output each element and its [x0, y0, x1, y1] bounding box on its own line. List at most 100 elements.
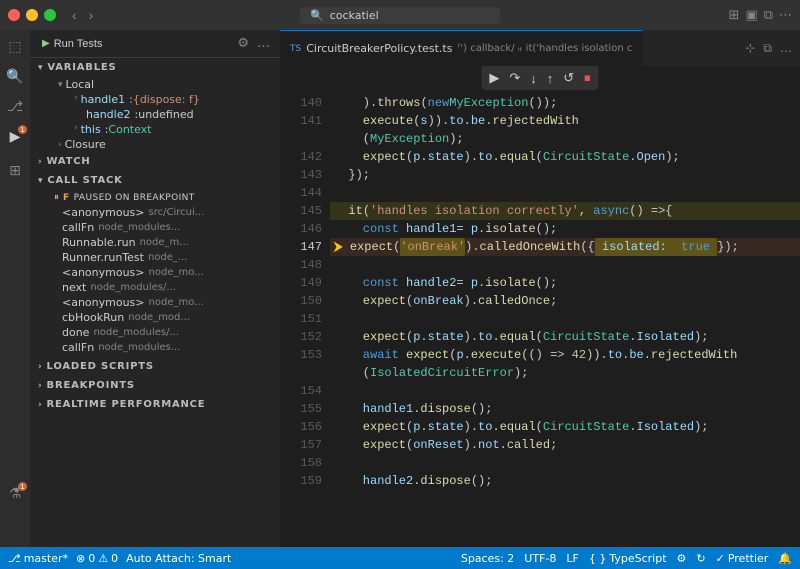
status-right: Spaces: 2 UTF-8 LF { } TypeScript ⚙ ↻ ✓ …: [461, 552, 792, 565]
stop-button[interactable]: ⏹: [582, 68, 593, 88]
search-icon[interactable]: 🔍: [2, 64, 28, 90]
search-text: cockatiel: [330, 9, 379, 22]
title-bar-icons: ⊞ ▣ ⧉ ⋯: [729, 8, 793, 23]
var-handle2-name: handle2: [86, 108, 131, 121]
extensions-icon[interactable]: ⊞: [2, 158, 28, 184]
code-line-cont2: (IsolatedCircuitError);: [330, 364, 800, 382]
realtime-label: REALTIME PERFORMANCE: [47, 399, 206, 410]
code-line-147: ⮞ expect('onBreak').calledOnceWith({ iso…: [330, 238, 800, 256]
closure-chevron: ›: [58, 140, 62, 150]
line-num-152: 152: [280, 328, 322, 346]
run-tests-button[interactable]: ▶ Run Tests: [38, 36, 106, 52]
spaces-item[interactable]: Spaces: 2: [461, 552, 514, 565]
bell-item[interactable]: 🔔: [778, 552, 792, 565]
layout2-icon[interactable]: ▣: [745, 8, 757, 23]
continue-button[interactable]: ▶: [487, 68, 501, 88]
line-num-cont1: [280, 130, 322, 148]
call-stack-chevron: ▾: [38, 176, 43, 186]
debug-icon[interactable]: ▶ 1: [2, 124, 28, 150]
settings-icon[interactable]: ⚙: [235, 34, 251, 53]
line-numbers: 140 141 142 143 144 145 146 147 148 149 …: [280, 66, 330, 547]
call-stack-item-4[interactable]: <anonymous> node_mo...: [30, 265, 280, 280]
encoding-label: UTF-8: [524, 552, 556, 565]
line-num-155: 155: [280, 400, 322, 418]
maximize-button[interactable]: [44, 9, 56, 21]
back-button[interactable]: ‹: [68, 5, 81, 25]
loaded-scripts-chevron: ›: [38, 362, 43, 372]
variables-section-header[interactable]: ▾ VARIABLES: [30, 58, 280, 77]
call-stack-item-2[interactable]: Runnable.run node_m...: [30, 235, 280, 250]
search-icon: 🔍: [310, 9, 324, 22]
tab-filename: CircuitBreakerPolicy.test.ts: [306, 42, 452, 55]
code-line-148: [330, 256, 800, 274]
split-icon[interactable]: ⧉: [764, 8, 773, 23]
branch-name: master*: [24, 552, 68, 565]
call-stack-item-9[interactable]: callFn node_modules...: [30, 340, 280, 355]
line-num-150: 150: [280, 292, 322, 310]
more-icon[interactable]: …: [255, 34, 272, 53]
var-handle2[interactable]: handle2 : undefined: [30, 107, 280, 122]
more-actions-icon[interactable]: …: [778, 39, 794, 57]
close-button[interactable]: [8, 9, 20, 21]
closure-group[interactable]: › Closure: [30, 137, 280, 152]
errors-item[interactable]: ⊗ 0 ⚠ 0: [76, 552, 118, 565]
step-into-button[interactable]: ↓: [528, 69, 539, 88]
debug-controls: ▶ ↷ ↓ ↑ ↺ ⏹: [481, 66, 598, 90]
pin-icon[interactable]: ⊹: [743, 39, 757, 57]
call-stack-item-7[interactable]: cbHookRun node_mod...: [30, 310, 280, 325]
step-over-button[interactable]: ↷: [507, 68, 522, 88]
code-line-155: handle1.dispose();: [330, 400, 800, 418]
local-label: Local: [66, 78, 95, 91]
eol-item[interactable]: LF: [566, 552, 578, 565]
encoding-item[interactable]: UTF-8: [524, 552, 556, 565]
line-num-142: 142: [280, 148, 322, 166]
call-stack-item-6[interactable]: <anonymous> node_mo...: [30, 295, 280, 310]
local-group[interactable]: ▾ Local: [30, 77, 280, 92]
sync-item[interactable]: ↻: [696, 552, 705, 565]
code-line-144: [330, 184, 800, 202]
closure-label: Closure: [65, 138, 106, 151]
layout-icon[interactable]: ⊞: [729, 8, 740, 23]
prettier-label-item[interactable]: ✓ Prettier: [716, 552, 769, 565]
branch-item[interactable]: ⎇ master*: [8, 552, 68, 565]
tab-lang: TS: [290, 44, 301, 54]
breakpoints-header[interactable]: › BREAKPOINTS: [30, 376, 280, 395]
loaded-scripts-header[interactable]: › LOADED SCRIPTS: [30, 357, 280, 376]
call-stack-item-0[interactable]: <anonymous> src/Circui...: [30, 205, 280, 220]
dots-icon[interactable]: ⋯: [779, 8, 792, 23]
minimize-button[interactable]: [26, 9, 38, 21]
sync-icon: ↻: [696, 552, 705, 565]
source-control-icon[interactable]: ⎇: [2, 94, 28, 120]
prettier-item[interactable]: ⚙: [677, 552, 687, 565]
editor-tab[interactable]: TS CircuitBreakerPolicy.test.ts ᶠ') call…: [280, 30, 643, 66]
split-editor-icon[interactable]: ⧉: [761, 39, 774, 58]
call-stack-item-1[interactable]: callFn node_modules...: [30, 220, 280, 235]
var-handle1[interactable]: › handle1 : {dispose: f}: [30, 92, 280, 107]
tab-path: ᶠ') callback/ ᵢₜ it('handles isolation c: [457, 43, 632, 54]
step-out-button[interactable]: ↑: [545, 69, 556, 88]
restart-button[interactable]: ↺: [561, 68, 576, 88]
call-stack-item-5[interactable]: next node_modules/...: [30, 280, 280, 295]
prettier-icon: ⚙: [677, 552, 687, 565]
attach-item[interactable]: Auto Attach: Smart: [126, 552, 231, 565]
language-item[interactable]: { } TypeScript: [589, 552, 667, 565]
testing-icon[interactable]: ⚗ 1: [2, 481, 28, 507]
search-bar[interactable]: 🔍 cockatiel: [300, 7, 500, 24]
code-line-159: handle2.dispose();: [330, 472, 800, 490]
forward-button[interactable]: ›: [85, 5, 98, 25]
code-editor[interactable]: ▶ ↷ ↓ ↑ ↺ ⏹ 140 141 142 143 144 145 146 …: [280, 66, 800, 547]
explorer-icon[interactable]: ⬚: [2, 34, 28, 60]
line-num-143: 143: [280, 166, 322, 184]
title-bar: ‹ › 🔍 cockatiel ⊞ ▣ ⧉ ⋯: [0, 0, 800, 30]
watch-section-header[interactable]: › Watch: [30, 152, 280, 171]
realtime-header[interactable]: › REALTIME PERFORMANCE: [30, 395, 280, 414]
code-line-142: expect(p.state).to.equal(CircuitState.Op…: [330, 148, 800, 166]
call-stack-section-header[interactable]: ▾ CALL STACK: [30, 171, 280, 190]
branch-icon: ⎇: [8, 552, 21, 565]
call-stack-item-8[interactable]: done node_modules/...: [30, 325, 280, 340]
line-num-148: 148: [280, 256, 322, 274]
code-line-156: expect(p.state).to.equal(CircuitState.Is…: [330, 418, 800, 436]
warning-icon: ⚠: [98, 552, 108, 565]
var-this[interactable]: › this : Context: [30, 122, 280, 137]
call-stack-item-3[interactable]: Runner.runTest node_...: [30, 250, 280, 265]
